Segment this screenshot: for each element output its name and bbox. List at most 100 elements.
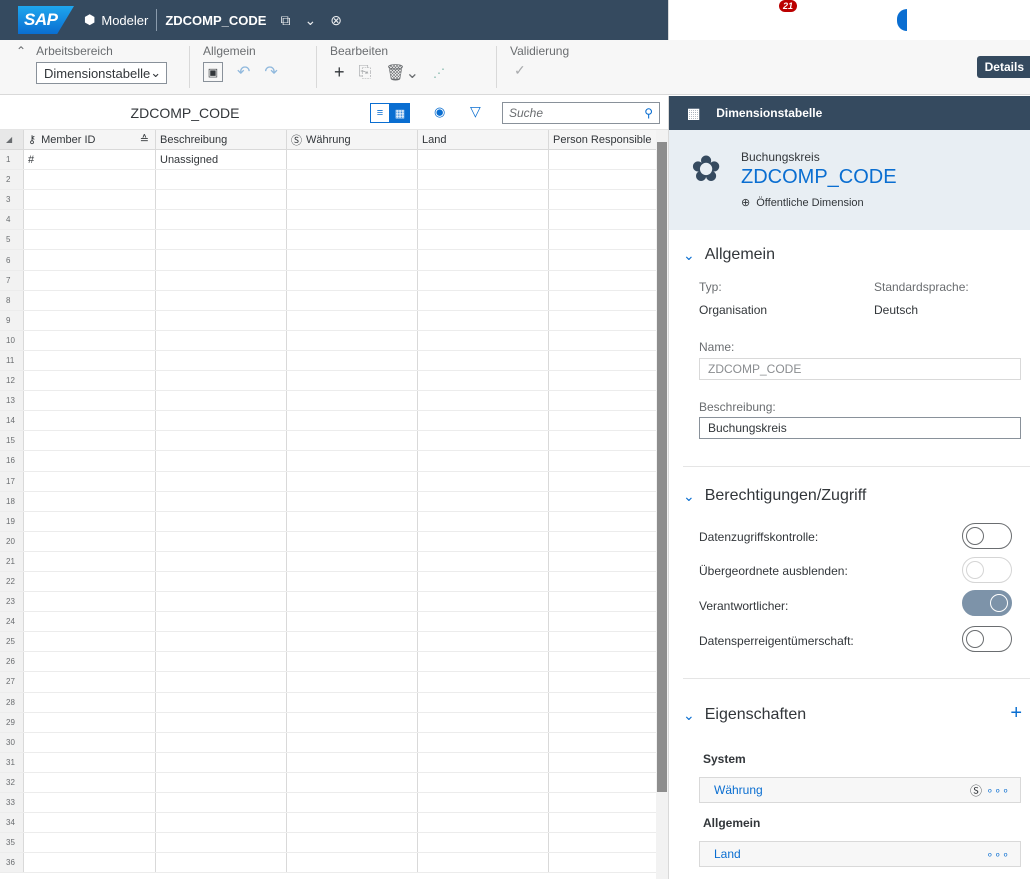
cell-person-responsible[interactable] (549, 451, 656, 470)
cell-member-id[interactable] (24, 592, 156, 612)
sort-icon[interactable]: ≙ (140, 133, 149, 146)
discussions-icon[interactable]: ⌸ (799, 12, 829, 29)
lightbulb-icon[interactable]: ♀ (735, 12, 765, 29)
cell-currency[interactable] (287, 350, 418, 371)
cell-description[interactable] (156, 290, 287, 310)
cell-member-id[interactable] (24, 772, 156, 792)
cell-country[interactable] (418, 210, 549, 230)
access-section-header[interactable]: ⌄ Berechtigungen/Zugriff (683, 487, 1030, 505)
cell-country[interactable] (418, 310, 549, 330)
copy-icon[interactable]: ⎘ (359, 64, 372, 82)
cell-person-responsible[interactable] (549, 170, 656, 189)
table-row[interactable]: 18 (0, 491, 656, 512)
table-row[interactable]: 28 (0, 692, 656, 713)
cell-person-responsible[interactable] (549, 472, 656, 491)
column-header-country[interactable]: Land (418, 130, 549, 149)
cell-country[interactable] (418, 571, 549, 592)
cell-country[interactable] (418, 150, 549, 170)
cell-person-responsible[interactable] (549, 632, 656, 651)
table-row[interactable]: 9 (0, 310, 656, 331)
cell-description[interactable] (156, 411, 287, 431)
cell-person-responsible[interactable] (549, 592, 656, 611)
cell-person-responsible[interactable] (549, 612, 656, 631)
add-icon[interactable]: + (334, 62, 345, 83)
cell-country[interactable] (418, 793, 549, 813)
table-row[interactable]: 17 (0, 471, 656, 492)
cell-member-id[interactable] (24, 190, 156, 210)
cell-person-responsible[interactable] (549, 753, 656, 772)
cell-member-id[interactable] (24, 531, 156, 551)
close-model-icon[interactable]: ⊗ (330, 12, 342, 29)
cell-country[interactable] (418, 391, 549, 411)
cell-member-id[interactable] (24, 752, 156, 772)
general-section-header[interactable]: ⌄ Allgemein (683, 246, 1030, 264)
cell-member-id[interactable] (24, 451, 156, 471)
table-row[interactable]: 21 (0, 551, 656, 572)
responsible-toggle[interactable] (962, 590, 1012, 616)
cell-member-id[interactable] (24, 793, 156, 813)
cell-member-id[interactable] (24, 471, 156, 491)
cell-country[interactable] (418, 712, 549, 732)
cell-description[interactable] (156, 310, 287, 330)
cell-description[interactable] (156, 672, 287, 692)
property-currency[interactable]: Währung Ⓢ ∘∘∘ (699, 777, 1021, 803)
add-property-icon[interactable]: + (1010, 702, 1022, 725)
cell-country[interactable] (418, 411, 549, 431)
table-row[interactable]: 13 (0, 391, 656, 412)
workspace-dropdown[interactable]: Dimensionstabelle ⌄ (36, 62, 167, 84)
table-row[interactable]: 36 (0, 853, 656, 874)
cell-member-id[interactable]: # (24, 150, 156, 170)
cell-member-id[interactable] (24, 330, 156, 350)
cell-description[interactable] (156, 571, 287, 592)
more-icon[interactable]: ∘∘∘ (986, 848, 1010, 861)
column-header-person-responsible[interactable]: Person Responsible (549, 130, 656, 149)
table-row[interactable]: 6 (0, 250, 656, 271)
cell-person-responsible[interactable] (549, 693, 656, 712)
cell-description[interactable] (156, 752, 287, 772)
cell-description[interactable] (156, 732, 287, 752)
cell-member-id[interactable] (24, 250, 156, 270)
search-icon[interactable]: ⚲ (671, 11, 701, 29)
table-row[interactable]: 33 (0, 793, 656, 814)
cell-currency[interactable] (287, 391, 418, 411)
cell-country[interactable] (418, 330, 549, 350)
cell-person-responsible[interactable] (549, 391, 656, 410)
cell-member-id[interactable] (24, 732, 156, 752)
hide-parents-toggle[interactable] (962, 557, 1012, 583)
cell-description[interactable] (156, 793, 287, 813)
ideas-icon[interactable]: ⚐ (703, 11, 733, 29)
cell-person-responsible[interactable] (549, 331, 656, 350)
cell-currency[interactable] (287, 170, 418, 190)
cell-currency[interactable] (287, 793, 418, 813)
cell-member-id[interactable] (24, 813, 156, 833)
cell-member-id[interactable] (24, 853, 156, 873)
cell-description[interactable] (156, 652, 287, 672)
cell-country[interactable] (418, 531, 549, 551)
data-access-toggle[interactable] (962, 523, 1012, 549)
cell-description[interactable] (156, 431, 287, 451)
cell-country[interactable] (418, 772, 549, 792)
cell-member-id[interactable] (24, 612, 156, 632)
cell-person-responsible[interactable] (549, 371, 656, 390)
list-view-icon[interactable]: ≡ (370, 103, 390, 123)
cell-description[interactable] (156, 170, 287, 190)
redo-icon[interactable]: ↷ (264, 62, 277, 82)
table-row[interactable]: 7 (0, 270, 656, 291)
cell-person-responsible[interactable] (549, 833, 656, 852)
table-row[interactable]: 24 (0, 612, 656, 633)
cell-person-responsible[interactable] (549, 431, 656, 450)
notifications-icon[interactable]: ♫ 21 (767, 0, 798, 29)
cell-country[interactable] (418, 511, 549, 531)
table-row[interactable]: 19 (0, 511, 656, 532)
cell-person-responsible[interactable] (549, 853, 656, 872)
cell-currency[interactable] (287, 813, 418, 833)
cell-person-responsible[interactable] (549, 230, 656, 249)
cell-person-responsible[interactable] (549, 773, 656, 792)
cell-person-responsible[interactable] (549, 190, 656, 209)
cell-currency[interactable] (287, 511, 418, 531)
table-row[interactable]: 25 (0, 632, 656, 653)
cell-member-id[interactable] (24, 571, 156, 592)
cell-country[interactable] (418, 491, 549, 511)
cell-country[interactable] (418, 451, 549, 471)
cell-description[interactable] (156, 833, 287, 853)
